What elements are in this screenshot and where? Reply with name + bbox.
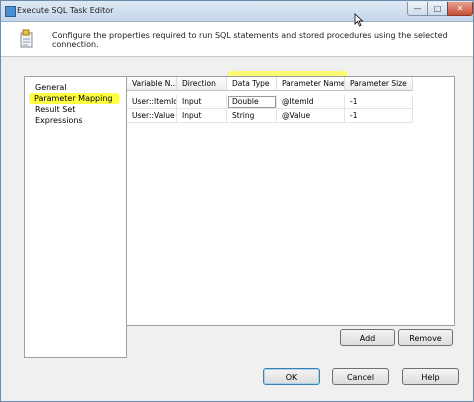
add-button[interactable]: Add <box>340 329 395 346</box>
parameter-grid: Variable N... Direction Data Type Parame… <box>126 76 455 326</box>
dialog-header: Configure the properties required to run… <box>1 22 473 57</box>
help-button[interactable]: Help <box>402 368 459 385</box>
cell-variable-name[interactable]: User::ItemId <box>127 95 177 109</box>
column-header-variable-name[interactable]: Variable N... <box>127 77 177 91</box>
column-header-parameter-size[interactable]: Parameter Size <box>345 77 413 91</box>
maximize-button[interactable]: □ <box>427 2 448 16</box>
window-title: Execute SQL Task Editor <box>17 6 114 15</box>
ok-button[interactable]: OK <box>263 368 320 385</box>
header-description: Configure the properties required to run… <box>52 31 448 49</box>
dialog-window: Execute SQL Task Editor — □ ✕ Configure … <box>0 0 474 402</box>
nav-item-result-set[interactable]: Result Set <box>33 104 77 115</box>
cell-parameter-name[interactable]: @ItemId <box>277 95 345 109</box>
column-header-direction[interactable]: Direction <box>177 77 227 91</box>
cell-parameter-size[interactable]: -1 <box>345 95 413 109</box>
cell-data-type[interactable]: Double <box>227 95 277 109</box>
remove-button[interactable]: Remove <box>398 329 453 346</box>
cell-parameter-name[interactable]: @Value <box>277 109 345 123</box>
mouse-cursor-icon <box>354 13 364 27</box>
cell-direction[interactable]: Input <box>177 109 227 123</box>
nav-panel: General Parameter Mapping Result Set Exp… <box>24 76 127 358</box>
title-bar[interactable]: Execute SQL Task Editor — □ ✕ <box>1 1 473 22</box>
nav-item-parameter-mapping[interactable]: Parameter Mapping <box>29 93 119 104</box>
task-editor-icon <box>20 29 33 48</box>
minimize-button[interactable]: — <box>407 2 428 16</box>
cell-variable-name[interactable]: User::Value <box>127 109 177 123</box>
nav-item-general[interactable]: General <box>33 82 69 93</box>
column-header-parameter-name[interactable]: Parameter Name <box>277 77 345 91</box>
cell-parameter-size[interactable]: -1 <box>345 109 413 123</box>
cell-direction[interactable]: Input <box>177 95 227 109</box>
close-button[interactable]: ✕ <box>447 2 473 16</box>
cell-data-type[interactable]: String <box>227 109 277 123</box>
cancel-button[interactable]: Cancel <box>332 368 389 385</box>
app-icon <box>5 6 16 17</box>
column-header-data-type[interactable]: Data Type <box>227 77 277 91</box>
nav-item-expressions[interactable]: Expressions <box>33 115 85 126</box>
